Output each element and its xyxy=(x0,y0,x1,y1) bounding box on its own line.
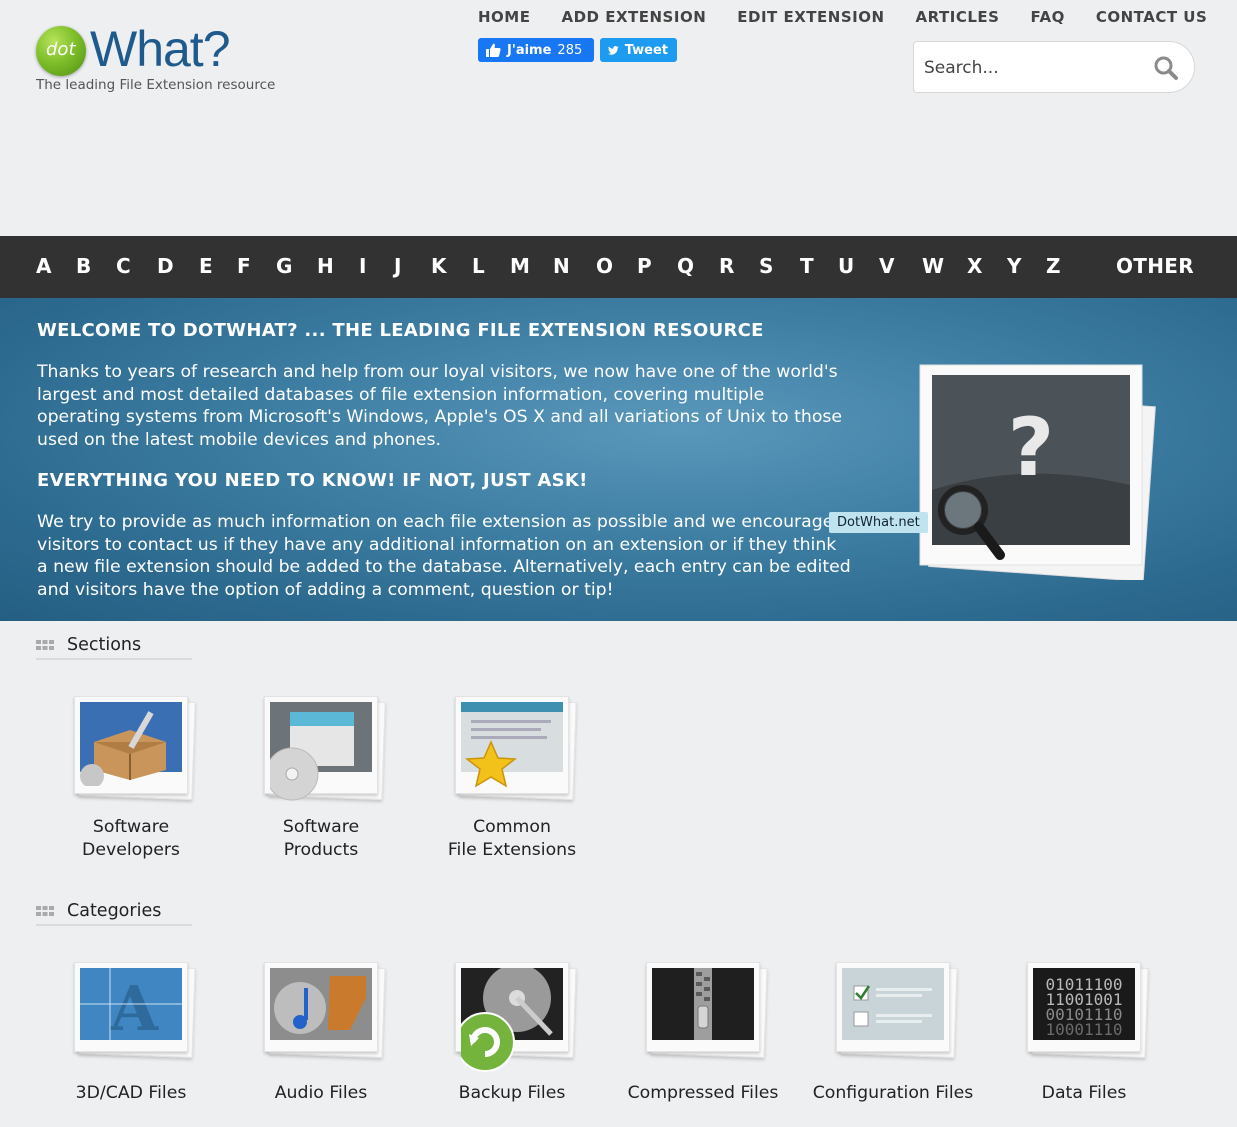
alphabet-letter-t[interactable]: T xyxy=(800,254,814,278)
search-icon[interactable] xyxy=(1153,55,1179,81)
nav-add-extension[interactable]: ADD EXTENSION xyxy=(561,8,706,26)
nav-articles[interactable]: ARTICLES xyxy=(916,8,1000,26)
like-label: J'aime xyxy=(507,42,552,58)
category-label: Data Files xyxy=(1041,1083,1127,1103)
nav-home[interactable]: HOME xyxy=(478,8,530,26)
alphabet-letter-d[interactable]: D xyxy=(157,254,174,278)
logo-tagline: The leading File Extension resource xyxy=(36,77,276,93)
category-label: Backup Files xyxy=(458,1083,566,1103)
category-label: 3D/CAD Files xyxy=(75,1083,187,1103)
alphabet-letter-y[interactable]: Y xyxy=(1007,254,1021,278)
alphabet-letter-w[interactable]: W xyxy=(922,254,944,278)
svg-text:?: ? xyxy=(1008,401,1054,494)
logo-wordmark: What? xyxy=(90,21,231,77)
alphabet-letter-j[interactable]: J xyxy=(394,254,401,278)
grid-icon xyxy=(36,640,54,650)
twitter-bird-icon xyxy=(608,45,619,55)
alphabet-letter-x[interactable]: X xyxy=(967,254,982,278)
categories-title: Categories xyxy=(67,901,162,921)
alphabet-letter-e[interactable]: E xyxy=(199,254,213,278)
tweet-button[interactable]: Tweet xyxy=(600,38,677,62)
category-label: Audio Files xyxy=(274,1083,368,1103)
binary-line: 10001110 xyxy=(1045,1020,1122,1039)
welcome-heading: WELCOME TO DOTWHAT? ... THE LEADING FILE… xyxy=(37,320,764,341)
top-navigation: HOME ADD EXTENSION EDIT EXTENSION ARTICL… xyxy=(478,8,1207,26)
welcome-banner: WELCOME TO DOTWHAT? ... THE LEADING FILE… xyxy=(0,298,1237,621)
categories-header: Categories xyxy=(36,898,192,926)
category-backup-files[interactable]: Backup Files xyxy=(427,958,597,1105)
section-software-products[interactable]: Software Products xyxy=(236,692,406,861)
logo-dot-circle: dot xyxy=(36,26,86,76)
cad-icon: A xyxy=(68,958,196,1068)
software-developers-icon xyxy=(68,692,196,802)
alphabet-letter-c[interactable]: C xyxy=(116,254,131,278)
alphabet-letter-s[interactable]: S xyxy=(759,254,773,278)
configuration-icon xyxy=(830,958,958,1068)
site-tooltip: DotWhat.net xyxy=(829,512,928,533)
category-label: Compressed Files xyxy=(627,1083,779,1103)
nav-edit-extension[interactable]: EDIT EXTENSION xyxy=(737,8,884,26)
ask-paragraph: We try to provide as much information on… xyxy=(37,512,851,600)
section-label-line1: Common xyxy=(473,817,551,837)
alphabet-letter-m[interactable]: M xyxy=(510,254,530,278)
category-label: Configuration Files xyxy=(812,1083,974,1103)
social-buttons: J'aime 285 Tweet xyxy=(478,38,677,62)
alphabet-letter-a[interactable]: A xyxy=(36,254,51,278)
nav-faq[interactable]: FAQ xyxy=(1030,8,1064,26)
search-box xyxy=(913,41,1195,93)
tweet-label: Tweet xyxy=(624,42,668,58)
data-icon: 01011100 11001001 00101110 10001110 xyxy=(1021,958,1149,1068)
category-data-files[interactable]: 01011100 11001001 00101110 10001110 Data… xyxy=(999,958,1169,1105)
alphabet-letter-b[interactable]: B xyxy=(76,254,91,278)
grid-icon xyxy=(36,906,54,916)
alphabet-letter-v[interactable]: V xyxy=(879,254,894,278)
sections-title: Sections xyxy=(67,635,142,655)
svg-text:A: A xyxy=(109,972,159,1040)
ask-heading: EVERYTHING YOU NEED TO KNOW! IF NOT, JUS… xyxy=(37,470,588,491)
question-mark-screen-icon: ? xyxy=(919,364,1156,580)
software-products-icon xyxy=(258,692,386,802)
alphabet-letter-g[interactable]: G xyxy=(276,254,292,278)
category-3d-cad-files[interactable]: A 3D/CAD Files xyxy=(46,958,216,1105)
compressed-icon xyxy=(640,958,768,1068)
audio-icon xyxy=(258,958,386,1068)
alphabet-letter-q[interactable]: Q xyxy=(677,254,694,278)
section-label-line2: File Extensions xyxy=(447,839,577,860)
category-compressed-files[interactable]: Compressed Files xyxy=(618,958,788,1105)
site-logo[interactable]: dot What? The leading File Extension res… xyxy=(34,21,294,98)
alphabet-letter-o[interactable]: O xyxy=(596,254,613,278)
alphabet-other[interactable]: OTHER xyxy=(1116,254,1194,278)
search-input[interactable] xyxy=(924,54,1144,82)
alphabet-letter-u[interactable]: U xyxy=(838,254,854,278)
common-extensions-icon xyxy=(449,692,577,802)
alphabet-letter-n[interactable]: N xyxy=(553,254,570,278)
logo-dot-text: dot xyxy=(46,39,76,60)
alphabet-letter-f[interactable]: F xyxy=(237,254,251,278)
alphabet-letter-l[interactable]: L xyxy=(472,254,485,278)
site-header: dot What? The leading File Extension res… xyxy=(0,0,1237,236)
nav-contact-us[interactable]: CONTACT US xyxy=(1096,8,1207,26)
section-label-line1: Software xyxy=(282,817,360,837)
welcome-paragraph: Thanks to years of research and help fro… xyxy=(37,362,843,450)
thumbs-up-icon xyxy=(486,43,501,57)
alphabet-navigation: A B C D EF G H I J K L MN OP Q R S TU V WX Y Z OTHER xyxy=(0,236,1237,298)
category-audio-files[interactable]: Audio Files xyxy=(236,958,406,1105)
backup-icon xyxy=(449,958,577,1072)
sections-header: Sections xyxy=(36,632,192,660)
facebook-like-button[interactable]: J'aime 285 xyxy=(478,38,594,62)
section-software-developers[interactable]: Software Developers xyxy=(46,692,216,861)
section-label-line2: Developers xyxy=(82,839,180,860)
alphabet-letter-z[interactable]: Z xyxy=(1046,254,1061,278)
alphabet-letter-h[interactable]: H xyxy=(317,254,334,278)
alphabet-letter-i[interactable]: I xyxy=(359,254,366,278)
alphabet-letter-r[interactable]: R xyxy=(719,254,734,278)
alphabet-letter-k[interactable]: K xyxy=(431,254,447,278)
like-count: 285 xyxy=(557,42,583,58)
section-label-line2: Products xyxy=(283,839,359,860)
section-common-file-extensions[interactable]: Common File Extensions xyxy=(427,692,597,861)
category-configuration-files[interactable]: Configuration Files xyxy=(808,958,978,1105)
alphabet-letter-p[interactable]: P xyxy=(637,254,652,278)
section-label-line1: Software xyxy=(92,817,170,837)
